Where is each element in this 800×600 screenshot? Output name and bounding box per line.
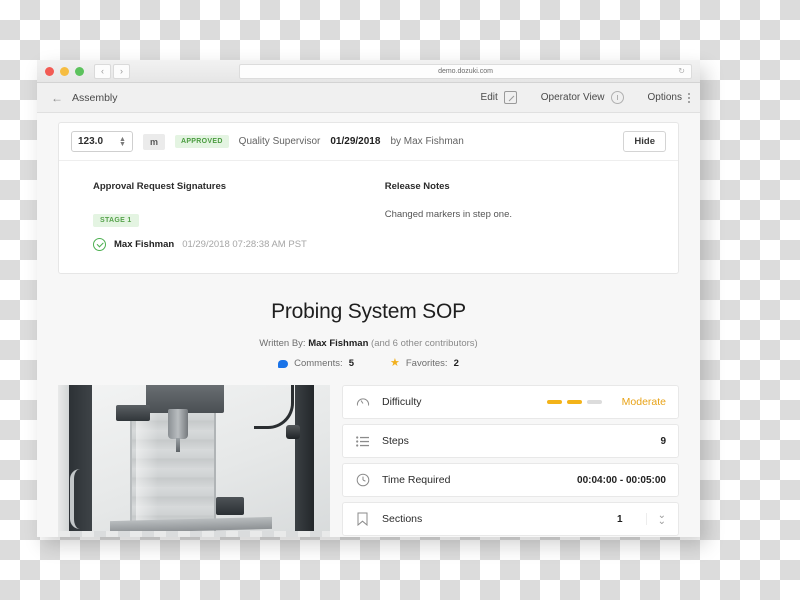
approval-date: 01/29/2018 xyxy=(330,136,381,147)
meta-row: Comments: 5 ★ Favorites: 2 xyxy=(37,358,700,369)
breadcrumb-label[interactable]: Assembly xyxy=(72,92,118,104)
sections-label: Sections xyxy=(382,513,423,525)
page-body: 123.0 ▲ ▼ m APPROVED Quality Supervisor 0… xyxy=(37,113,700,537)
byline: Written By: Max Fishman (and 6 other con… xyxy=(37,338,700,349)
difficulty-label: Difficulty xyxy=(382,396,422,408)
options-label: Options xyxy=(647,92,682,103)
comments-label: Comments: xyxy=(294,358,343,369)
back-button[interactable]: ‹ xyxy=(94,63,111,79)
time-required-value: 00:04:00 - 00:05:00 xyxy=(577,474,666,486)
comments-count: 5 xyxy=(348,358,354,369)
signatures-heading: Approval Request Signatures xyxy=(93,181,227,192)
favorites-label: Favorites: xyxy=(405,358,448,369)
edit-label: Edit xyxy=(480,92,498,103)
pencil-edit-icon xyxy=(503,91,517,104)
version-value: 123.0 xyxy=(78,136,104,147)
stepper-arrows-icon[interactable]: ▲ ▼ xyxy=(119,136,126,148)
approval-card: 123.0 ▲ ▼ m APPROVED Quality Supervisor 0… xyxy=(58,122,679,274)
status-badge: APPROVED xyxy=(174,135,229,148)
clock-icon xyxy=(355,473,370,488)
steps-label: Steps xyxy=(382,435,409,447)
maximize-window-button[interactable] xyxy=(75,66,84,76)
breadcrumb[interactable]: ← Assembly xyxy=(51,92,118,104)
favorites-count: 2 xyxy=(453,358,459,369)
browser-window: ‹ › demo.dozuki.com ↻ ← Assembly Edit Op… xyxy=(37,60,700,537)
minimize-window-button[interactable] xyxy=(60,66,69,76)
time-required-label: Time Required xyxy=(382,474,451,486)
comment-bubble-icon xyxy=(278,359,289,368)
content-row: Difficulty Moderate Steps 9 Time Require… xyxy=(37,385,700,537)
top-bar-actions: Edit Operator View Options xyxy=(481,91,690,104)
signer-name: Max Fishman xyxy=(114,239,175,250)
author-name[interactable]: Max Fishman xyxy=(308,338,368,349)
back-arrow-icon[interactable]: ← xyxy=(51,92,63,104)
gauge-difficulty-icon xyxy=(355,395,370,410)
info-row-difficulty[interactable]: Difficulty Moderate xyxy=(342,385,679,419)
sections-value: 1 xyxy=(617,513,623,525)
kebab-menu-icon[interactable] xyxy=(688,92,690,103)
star-icon: ★ xyxy=(389,357,400,369)
steps-value: 9 xyxy=(660,435,666,447)
hide-button[interactable]: Hide xyxy=(623,131,666,152)
release-notes-heading: Release Notes xyxy=(384,181,450,192)
signer-row: Max Fishman 01/29/2018 07:28:38 AM PST xyxy=(93,238,385,251)
info-row-time-required[interactable]: Time Required 00:04:00 - 00:05:00 xyxy=(342,463,679,497)
browser-nav-buttons[interactable]: ‹ › xyxy=(94,63,130,79)
edit-button[interactable]: Edit xyxy=(481,91,517,104)
url-text: demo.dozuki.com xyxy=(438,67,493,75)
operator-view-button[interactable]: Operator View xyxy=(541,91,624,104)
comments-stat[interactable]: Comments: 5 xyxy=(278,358,354,369)
signatures-column: Approval Request Signatures STAGE 1 Max … xyxy=(93,181,385,251)
written-by-label: Written By: xyxy=(259,338,306,349)
bookmark-icon xyxy=(355,512,370,527)
contributors-label[interactable]: (and 6 other contributors) xyxy=(371,338,478,349)
app-top-bar: ← Assembly Edit Operator View Options xyxy=(37,83,700,113)
forward-button[interactable]: › xyxy=(113,63,130,79)
chevron-double-down-icon[interactable]: ⌄ ⌄ xyxy=(645,511,666,527)
info-panel: Difficulty Moderate Steps 9 Time Require… xyxy=(342,385,679,536)
browser-chrome: ‹ › demo.dozuki.com ↻ xyxy=(37,60,700,83)
signer-timestamp: 01/29/2018 07:28:38 AM PST xyxy=(182,239,307,250)
release-notes-text: Changed markers in step one. xyxy=(384,209,512,220)
check-circle-icon xyxy=(93,238,106,251)
stage-badge: STAGE 1 xyxy=(93,214,139,227)
info-row-sections[interactable]: Sections 1 ⌄ ⌄ xyxy=(342,502,679,536)
list-steps-icon xyxy=(355,434,370,449)
url-bar[interactable]: demo.dozuki.com ↻ xyxy=(239,63,692,79)
release-notes-column: Release Notes Changed markers in step on… xyxy=(385,181,654,251)
title-block: Probing System SOP Written By: Max Fishm… xyxy=(37,274,700,385)
gauge-icon xyxy=(610,91,624,104)
unit-badge: m xyxy=(142,133,165,150)
approval-detail: Approval Request Signatures STAGE 1 Max … xyxy=(59,161,678,273)
difficulty-value: Moderate xyxy=(621,396,666,408)
approval-header: 123.0 ▲ ▼ m APPROVED Quality Supervisor 0… xyxy=(59,123,678,161)
info-row-steps[interactable]: Steps 9 xyxy=(342,424,679,458)
window-traffic-lights[interactable] xyxy=(45,66,84,76)
options-button[interactable]: Options xyxy=(648,92,690,103)
favorites-stat[interactable]: ★ Favorites: 2 xyxy=(389,357,459,370)
guide-hero-image[interactable] xyxy=(58,385,330,537)
difficulty-bars xyxy=(546,400,602,404)
page-title: Probing System SOP xyxy=(271,300,466,323)
approval-by: by Max Fishman xyxy=(390,136,464,147)
operator-view-label: Operator View xyxy=(540,92,605,103)
reload-icon[interactable]: ↻ xyxy=(678,67,685,76)
close-window-button[interactable] xyxy=(45,66,54,76)
version-stepper[interactable]: 123.0 ▲ ▼ xyxy=(71,131,133,152)
approver-role: Quality Supervisor xyxy=(238,136,321,147)
